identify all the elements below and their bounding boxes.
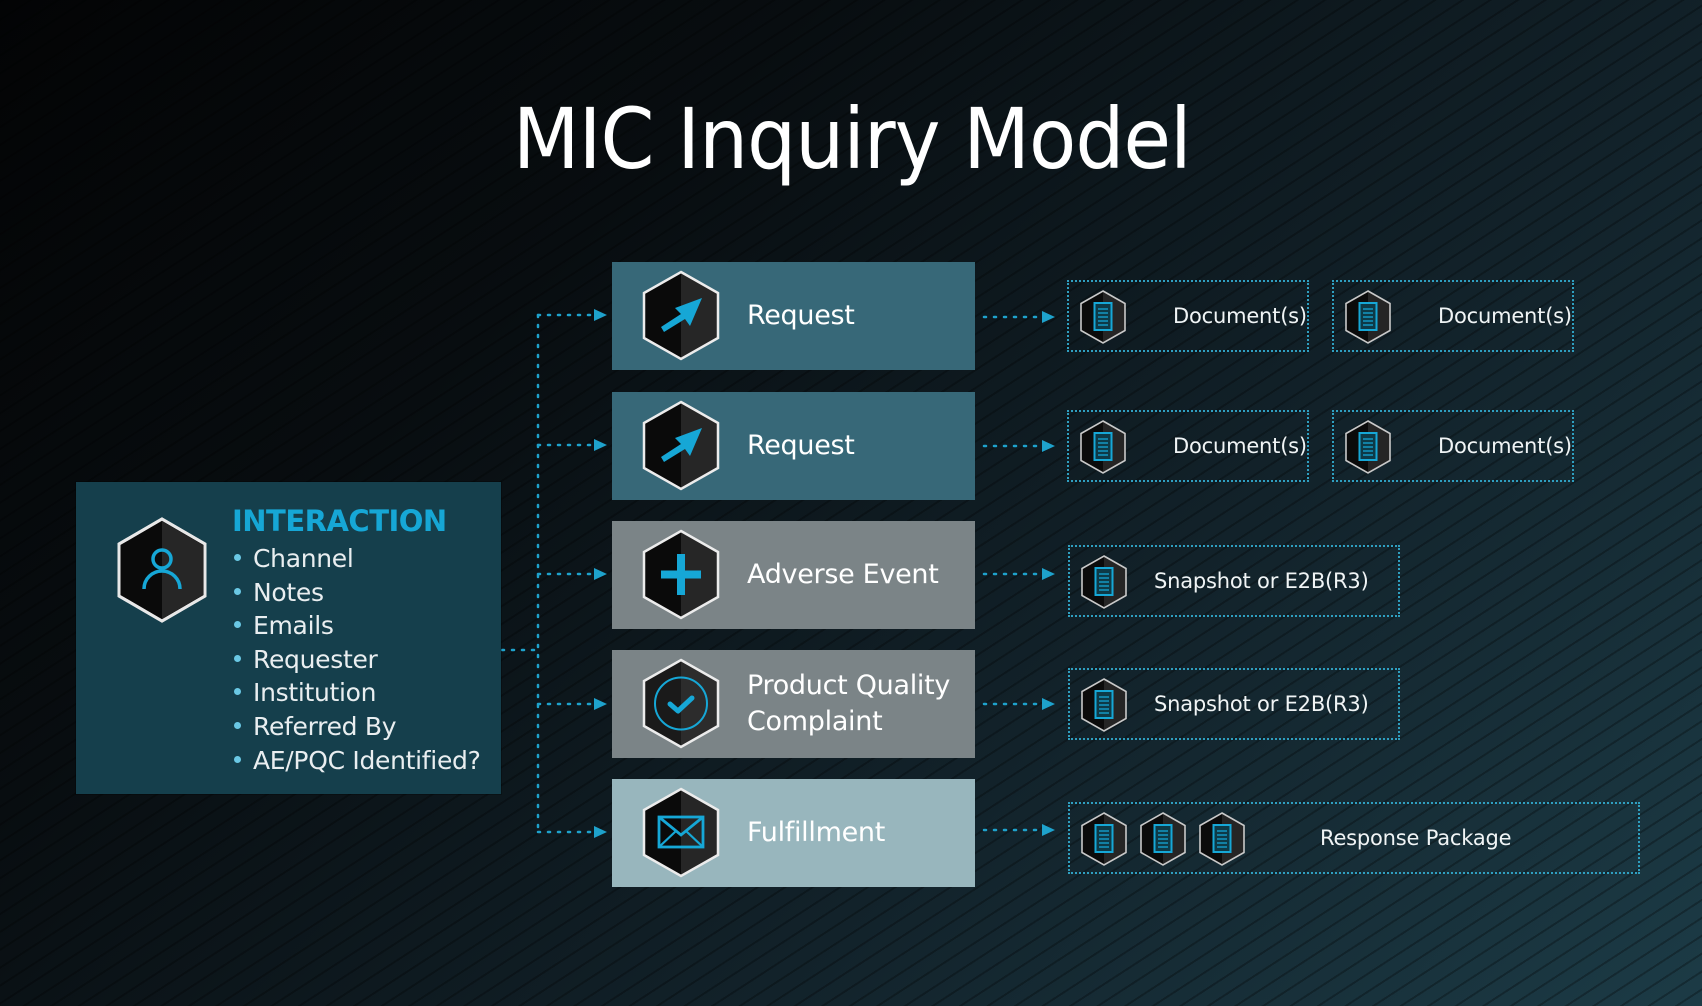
list-item: Institution: [232, 676, 481, 710]
bullet-icon: [234, 755, 241, 763]
arrowhead: [594, 568, 607, 580]
category-label: Product Quality Complaint: [747, 670, 951, 737]
document-icon: [1345, 420, 1391, 474]
bullet-icon: [234, 621, 241, 629]
arrowhead: [594, 826, 607, 838]
cursor-arrow-icon: [642, 400, 720, 491]
output-label: Snapshot or E2B(R3): [1154, 569, 1369, 593]
category-adverse-event[interactable]: Adverse Event: [612, 521, 975, 629]
person-icon: [117, 517, 207, 623]
output-snapshot-box[interactable]: Snapshot or E2B(R3): [1068, 668, 1400, 740]
bullet-icon: [234, 587, 241, 595]
list-item: AE/PQC Identified?: [232, 744, 481, 778]
arrowhead: [1042, 698, 1055, 710]
output-label: Document(s): [1173, 434, 1307, 458]
arrowhead: [1042, 311, 1055, 323]
output-document-box[interactable]: Document(s): [1332, 280, 1574, 352]
list-item: Referred By: [232, 710, 481, 744]
output-document-box[interactable]: Document(s): [1067, 410, 1309, 482]
category-label: Request: [747, 430, 855, 461]
category-label: Adverse Event: [747, 559, 939, 590]
list-item: Channel: [232, 542, 481, 576]
bullet-icon: [234, 654, 241, 662]
list-item: Requester: [232, 643, 481, 677]
document-icon: [1080, 290, 1126, 344]
output-label: Document(s): [1438, 304, 1572, 328]
cursor-arrow-icon: [642, 270, 720, 361]
list-item: Notes: [232, 576, 481, 610]
interaction-card[interactable]: INTERACTION Channel Notes Emails Request…: [76, 482, 501, 794]
bullet-icon: [234, 721, 241, 729]
output-document-box[interactable]: Document(s): [1332, 410, 1574, 482]
interaction-fields-list: Channel Notes Emails Requester Instituti…: [232, 542, 481, 777]
page-title: MIC Inquiry Model: [512, 90, 1192, 188]
output-label: Response Package: [1320, 826, 1512, 850]
arrowhead: [1042, 568, 1055, 580]
document-icon: [1199, 812, 1245, 866]
envelope-icon: [642, 787, 720, 878]
document-icon: [1081, 678, 1127, 732]
category-product-quality-complaint[interactable]: Product Quality Complaint: [612, 650, 975, 758]
document-icon: [1140, 812, 1186, 866]
output-document-box[interactable]: Document(s): [1067, 280, 1309, 352]
plus-icon: [642, 529, 720, 620]
output-label: Document(s): [1173, 304, 1307, 328]
document-icon: [1081, 812, 1127, 866]
arrowhead: [594, 439, 607, 451]
output-label: Document(s): [1438, 434, 1572, 458]
arrowhead: [594, 698, 607, 710]
arrowhead: [1042, 824, 1055, 836]
bullet-icon: [234, 688, 241, 696]
arrowhead: [594, 309, 607, 321]
category-label: Request: [747, 300, 855, 331]
arrowhead: [1042, 440, 1055, 452]
document-icon: [1345, 290, 1391, 344]
output-label: Snapshot or E2B(R3): [1154, 692, 1369, 716]
category-request-2[interactable]: Request: [612, 392, 975, 500]
output-response-package-box[interactable]: Response Package: [1068, 802, 1640, 874]
document-icon: [1080, 420, 1126, 474]
output-snapshot-box[interactable]: Snapshot or E2B(R3): [1068, 545, 1400, 617]
check-circle-icon: [642, 658, 720, 749]
category-request-1[interactable]: Request: [612, 262, 975, 370]
category-fulfillment[interactable]: Fulfillment: [612, 779, 975, 887]
bullet-icon: [234, 554, 241, 561]
category-label: Fulfillment: [747, 817, 885, 848]
interaction-heading: INTERACTION: [232, 504, 447, 538]
document-icon: [1081, 555, 1127, 609]
list-item: Emails: [232, 609, 481, 643]
